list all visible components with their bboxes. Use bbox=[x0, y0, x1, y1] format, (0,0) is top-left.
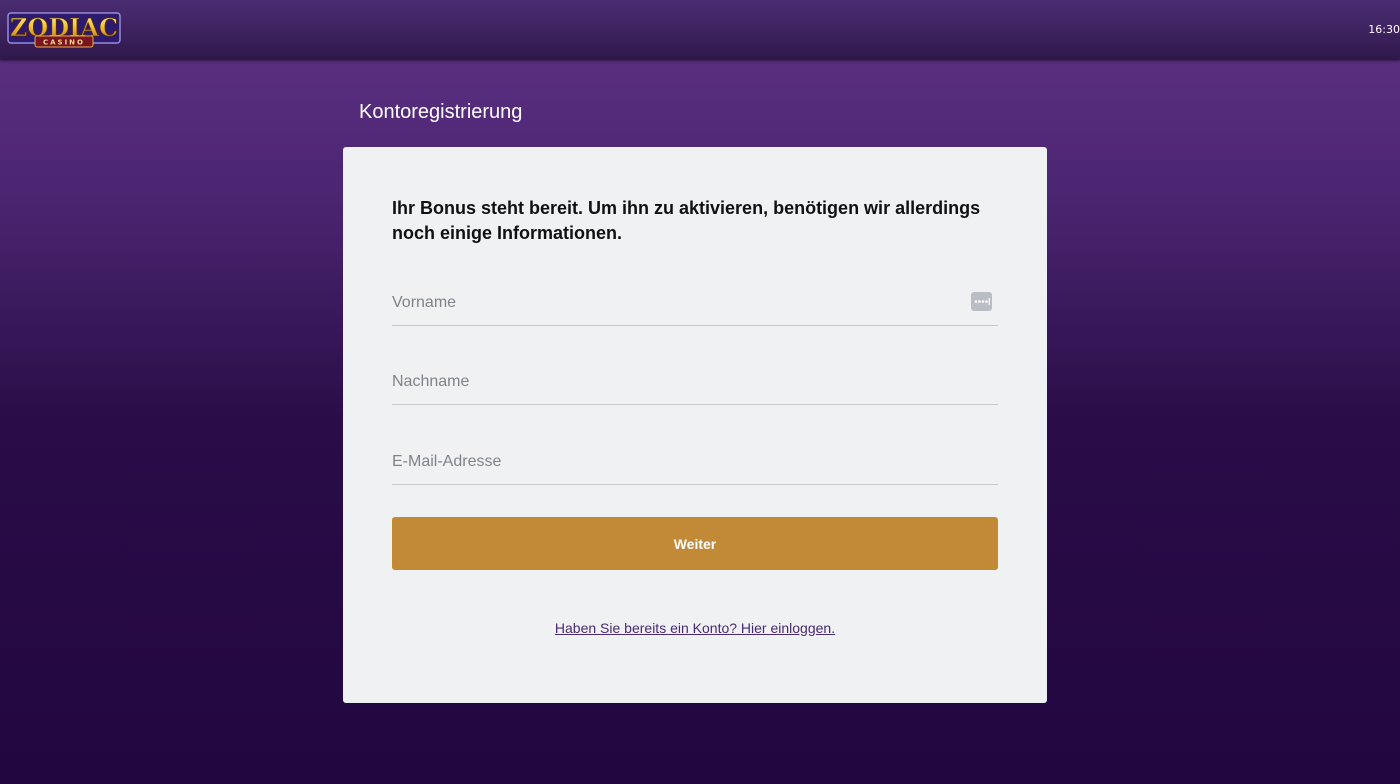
login-link[interactable]: Haben Sie bereits ein Konto? Hier einlog… bbox=[555, 620, 835, 636]
page-title: Kontoregistrierung bbox=[359, 101, 523, 123]
last-name-input[interactable] bbox=[392, 364, 952, 400]
email-input[interactable] bbox=[392, 444, 952, 480]
first-name-field bbox=[392, 285, 998, 326]
first-name-input[interactable] bbox=[392, 285, 952, 321]
registration-card: Ihr Bonus steht bereit. Um ihn zu aktivi… bbox=[343, 147, 1047, 703]
clock: 16:30 bbox=[1368, 23, 1400, 36]
email-field bbox=[392, 444, 998, 485]
password-manager-icon[interactable] bbox=[971, 292, 992, 311]
logo-sub-text: CASINO bbox=[43, 39, 85, 47]
top-bar: ZODIAC CASINO 16:30 bbox=[0, 0, 1400, 60]
continue-button[interactable]: Weiter bbox=[392, 517, 998, 570]
zodiac-casino-logo[interactable]: ZODIAC CASINO bbox=[7, 11, 121, 49]
login-link-container: Haben Sie bereits ein Konto? Hier einlog… bbox=[343, 620, 1047, 636]
logo-graphic: ZODIAC CASINO bbox=[7, 12, 121, 48]
last-name-field bbox=[392, 364, 998, 405]
intro-text: Ihr Bonus steht bereit. Um ihn zu aktivi… bbox=[392, 198, 981, 243]
